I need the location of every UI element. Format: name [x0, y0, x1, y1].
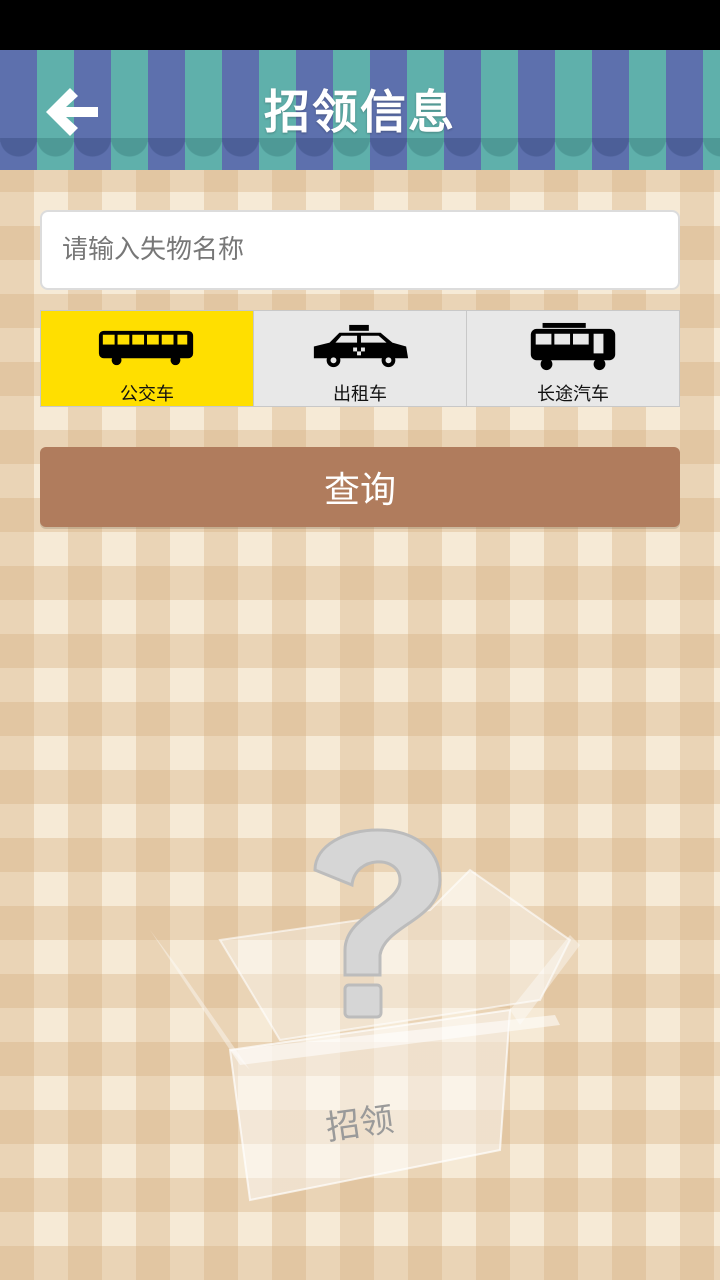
transport-type-tabs: 公交车 出租车 长途汽车 — [40, 310, 680, 407]
coach-icon — [530, 322, 616, 371]
empty-state-illustration: 招领 — [140, 810, 580, 1210]
tab-coach-label: 长途汽车 — [537, 384, 609, 405]
page-title: 招领信息 — [264, 85, 456, 139]
tab-bus-label: 公交车 — [120, 384, 174, 405]
taxi-icon — [313, 324, 409, 368]
bus-icon — [98, 330, 194, 366]
tab-taxi-label: 出租车 — [333, 384, 387, 405]
question-box-icon: 招领 — [150, 828, 580, 1202]
status-bar — [0, 0, 720, 50]
header-awning-scallop — [0, 138, 720, 170]
tab-coach[interactable]: 长途汽车 — [467, 311, 679, 406]
tab-taxi[interactable]: 出租车 — [254, 311, 467, 406]
search-input[interactable] — [40, 210, 680, 290]
query-button[interactable]: 查询 — [40, 447, 680, 527]
tab-bus[interactable]: 公交车 — [41, 311, 254, 406]
